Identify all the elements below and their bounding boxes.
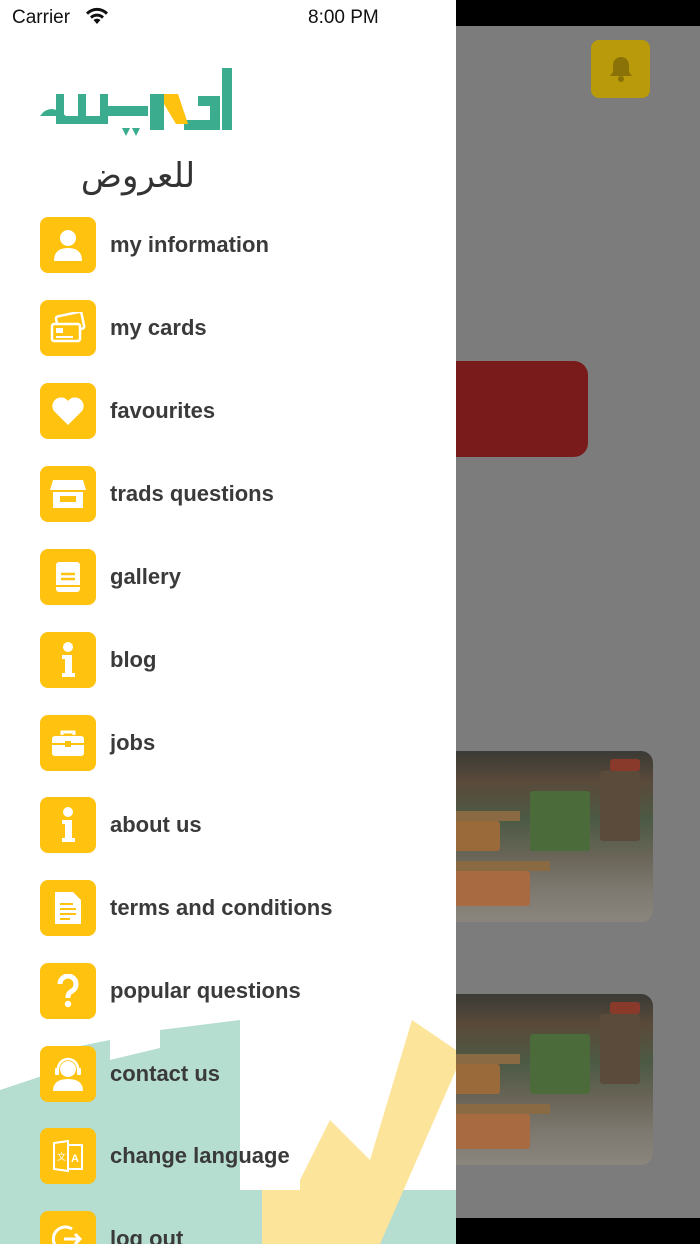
info-icon bbox=[62, 807, 75, 842]
clock: 8:00 PM bbox=[308, 7, 379, 28]
menu-item-favourites[interactable]: favourites bbox=[40, 382, 440, 440]
cards-icon bbox=[50, 312, 86, 343]
menu-item-contact-us[interactable]: contact us bbox=[40, 1045, 440, 1103]
notification-button[interactable] bbox=[591, 40, 650, 98]
logo-subtitle: للعروض bbox=[80, 156, 196, 196]
menu-item-label: about us bbox=[110, 812, 202, 837]
menu-item-jobs[interactable]: jobs bbox=[40, 714, 440, 772]
svg-text:A: A bbox=[71, 1153, 79, 1165]
menu-item-change-language[interactable]: A 文 change language bbox=[40, 1127, 440, 1185]
question-icon bbox=[57, 974, 79, 1008]
heart-icon bbox=[52, 397, 84, 425]
translate-icon: A 文 bbox=[53, 1139, 83, 1173]
menu-item-label: jobs bbox=[110, 730, 156, 755]
side-drawer: Carrier 8:00 PM للعروض my information my… bbox=[0, 0, 456, 1244]
menu-item-label: blog bbox=[110, 647, 157, 672]
logout-icon bbox=[52, 1225, 83, 1244]
svg-text:文: 文 bbox=[57, 1151, 66, 1163]
menu-item-about-us[interactable]: about us bbox=[40, 796, 440, 854]
menu-item-label: my cards bbox=[110, 315, 207, 340]
book-icon bbox=[56, 562, 80, 592]
bell-icon bbox=[609, 57, 632, 82]
offer-image[interactable] bbox=[430, 751, 653, 922]
menu-item-my-cards[interactable]: my cards bbox=[40, 299, 440, 357]
menu-item-log-out[interactable]: log out bbox=[40, 1210, 440, 1244]
menu-item-label: log out bbox=[110, 1226, 184, 1244]
menu-item-gallery[interactable]: gallery bbox=[40, 548, 440, 606]
menu-item-label: popular questions bbox=[110, 978, 301, 1003]
support-agent-icon bbox=[53, 1057, 83, 1091]
app-logo: للعروض bbox=[38, 66, 238, 202]
menu-item-label: my information bbox=[110, 232, 269, 257]
menu-item-label: gallery bbox=[110, 564, 181, 589]
menu-item-blog[interactable]: blog bbox=[40, 631, 440, 689]
logo-mark bbox=[40, 68, 232, 136]
menu-item-label: contact us bbox=[110, 1061, 221, 1086]
menu-item-trads-questions[interactable]: trads questions bbox=[40, 465, 440, 523]
wifi-icon bbox=[86, 7, 108, 24]
menu-item-label: change language bbox=[110, 1143, 290, 1168]
info-icon bbox=[62, 642, 75, 677]
status-bar: Carrier 8:00 PM bbox=[0, 0, 456, 36]
user-icon bbox=[54, 230, 82, 261]
store-icon bbox=[50, 480, 86, 508]
carrier-label: Carrier bbox=[12, 7, 71, 28]
menu-item-popular-questions[interactable]: popular questions bbox=[40, 962, 440, 1020]
document-icon bbox=[55, 892, 81, 924]
menu-item-terms-and-conditions[interactable]: terms and conditions bbox=[40, 879, 440, 937]
menu-item-label: terms and conditions bbox=[110, 895, 333, 920]
menu-item-my-information[interactable]: my information bbox=[40, 216, 440, 274]
menu-item-label: trads questions bbox=[110, 481, 274, 506]
menu-item-label: favourites bbox=[110, 398, 216, 423]
briefcase-icon bbox=[52, 730, 84, 756]
offer-image[interactable] bbox=[430, 994, 653, 1165]
